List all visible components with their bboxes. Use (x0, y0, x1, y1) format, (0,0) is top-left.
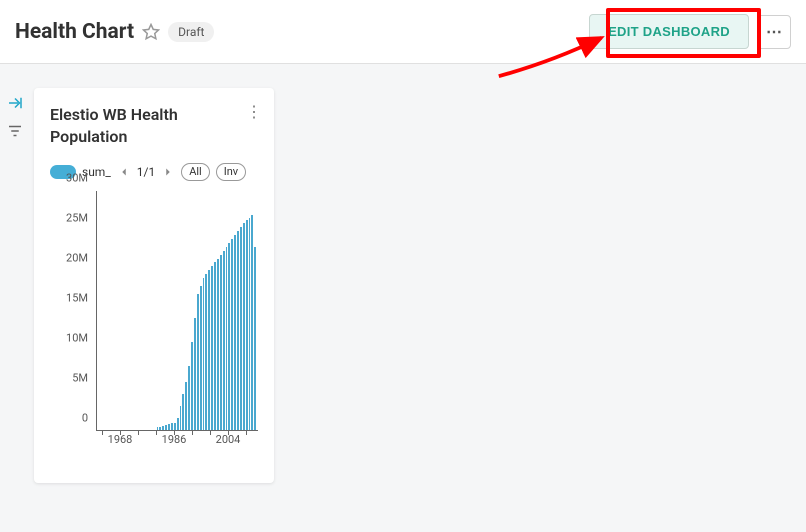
bar (251, 215, 253, 429)
star-icon[interactable] (142, 23, 160, 41)
bar (214, 262, 216, 429)
bar (200, 286, 202, 429)
bar (205, 274, 207, 429)
bar (211, 266, 213, 429)
side-rail (0, 64, 30, 532)
page-indicator: 1/1 (137, 165, 155, 179)
chart-card: Elestio WB Health Population ⋮ sum_ 1/1 … (34, 88, 274, 483)
x-axis: 196819862004 (96, 431, 258, 451)
y-tick: 0 (82, 411, 88, 424)
chart-plot: 05M10M15M20M25M30M 196819862004 (50, 191, 258, 451)
bar (191, 342, 193, 430)
bar (174, 423, 176, 430)
more-menu-button[interactable]: ⋯ (757, 15, 791, 49)
prev-page-icon[interactable] (117, 165, 131, 179)
filter-icon[interactable] (6, 122, 24, 140)
bar (226, 247, 228, 430)
next-page-icon[interactable] (161, 165, 175, 179)
bar (234, 235, 236, 430)
chart-title: Elestio WB Health Population (50, 104, 258, 149)
y-tick: 25M (66, 211, 88, 224)
bar (165, 425, 167, 430)
bar (246, 220, 248, 430)
bar (249, 218, 251, 430)
bar (168, 424, 170, 430)
y-tick: 20M (66, 251, 88, 264)
bar (223, 251, 225, 430)
bar (243, 223, 245, 430)
y-tick: 10M (66, 331, 88, 344)
y-tick: 30M (66, 171, 88, 184)
bar (254, 247, 256, 430)
dashboard-canvas: Elestio WB Health Population ⋮ sum_ 1/1 … (0, 64, 806, 532)
page-title: Health Chart (15, 20, 134, 44)
bar (228, 243, 230, 430)
bar (240, 227, 242, 430)
y-tick: 15M (66, 291, 88, 304)
bar (208, 270, 210, 429)
expand-panel-icon[interactable] (6, 94, 24, 112)
bar (237, 231, 239, 430)
header: Health Chart Draft EDIT DASHBOARD ⋯ (0, 0, 806, 64)
bar (159, 427, 161, 430)
bar (231, 239, 233, 430)
chart-menu-icon[interactable]: ⋮ (246, 102, 262, 121)
bar (157, 427, 159, 429)
bar (180, 406, 182, 430)
bar (162, 426, 164, 430)
draft-badge: Draft (168, 22, 214, 42)
bar (185, 382, 187, 430)
bar (182, 394, 184, 430)
bar (171, 423, 173, 429)
inv-pill[interactable]: Inv (216, 163, 246, 181)
bar (194, 318, 196, 430)
bar (220, 255, 222, 430)
all-pill[interactable]: All (181, 163, 210, 181)
plot-area (96, 191, 258, 431)
bar (203, 278, 205, 429)
bar (188, 366, 190, 430)
bar (177, 418, 179, 430)
bar (197, 294, 199, 429)
edit-dashboard-button[interactable]: EDIT DASHBOARD (589, 14, 749, 49)
y-tick: 5M (72, 371, 88, 384)
y-axis: 05M10M15M20M25M30M (50, 191, 92, 431)
bar (217, 259, 219, 430)
bars-group (99, 191, 256, 430)
